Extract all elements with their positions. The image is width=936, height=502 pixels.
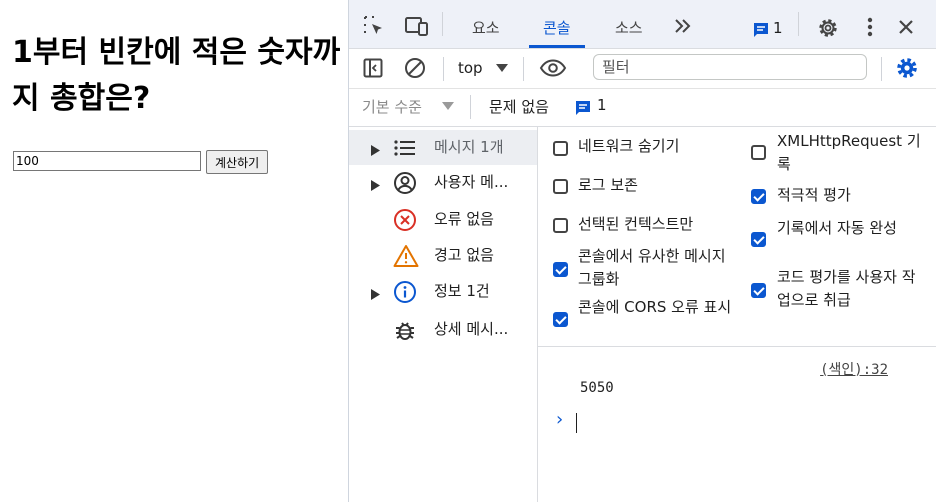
sidebar-item-errors[interactable]: 오류 없음 <box>349 202 537 237</box>
eye-icon[interactable] <box>539 59 567 77</box>
sidebar-item-label: 정보 1건 <box>434 282 490 300</box>
sidebar-item-label: 사용자 메... <box>434 173 509 191</box>
log-xhr-checkbox[interactable] <box>751 145 766 160</box>
separator <box>443 57 444 81</box>
sidebar-item-info[interactable]: 정보 1건 <box>349 274 537 309</box>
sidebar-item-warnings[interactable]: 경고 없음 <box>349 238 537 273</box>
sidebar-item-user-messages[interactable]: 사용자 메... <box>349 165 537 200</box>
group-similar-checkbox[interactable] <box>553 262 568 277</box>
issues-chat-icon[interactable] <box>753 22 769 38</box>
expand-arrow-icon[interactable] <box>371 142 380 160</box>
issues-chat-icon[interactable] <box>575 100 591 116</box>
levels-bar: 기본 수준 문제 없음 1 <box>349 88 936 127</box>
tab-sources[interactable]: 소스 <box>615 0 643 46</box>
separator <box>442 12 443 36</box>
hide-network-checkbox[interactable] <box>553 141 568 156</box>
eager-evaluation-checkbox[interactable] <box>751 189 766 204</box>
issues-count[interactable]: 1 <box>597 96 607 114</box>
inspect-element-icon[interactable] <box>363 15 385 37</box>
sidebar-item-verbose[interactable]: 상세 메시... <box>349 312 537 347</box>
log-xhr-label: XMLHttpRequest 기록 <box>777 132 921 173</box>
console-output: (색인):32 5050 › <box>538 346 936 502</box>
separator <box>470 95 471 119</box>
issues-badge-count[interactable]: 1 <box>773 19 783 37</box>
expand-arrow-icon[interactable] <box>371 177 380 195</box>
levels-dropdown[interactable]: 기본 수준 <box>362 96 422 117</box>
source-link[interactable]: (색인):32 <box>820 359 888 379</box>
separator <box>881 57 882 81</box>
warning-icon <box>393 244 419 272</box>
console-log-output: 5050 <box>580 380 614 396</box>
eager-evaluation-label: 적극적 평가 <box>777 186 851 204</box>
tab-console[interactable]: 콘솔 <box>529 0 585 48</box>
page-heading: 1부터 빈칸에 적은 숫자까지 총합은? <box>12 35 341 116</box>
separator <box>798 12 799 36</box>
sidebar-toggle-icon[interactable] <box>363 58 383 78</box>
preserve-log-label: 로그 보존 <box>578 176 638 194</box>
chevron-down-icon[interactable] <box>442 101 454 111</box>
bug-icon <box>393 318 417 346</box>
info-icon <box>393 280 417 308</box>
gear-icon[interactable] <box>816 16 840 40</box>
show-cors-label: 콘솔에 CORS 오류 표시 <box>578 298 732 316</box>
user-activation-checkbox[interactable] <box>751 283 766 298</box>
console-prompt-icon: › <box>556 409 564 430</box>
sidebar-item-label: 경고 없음 <box>434 246 494 264</box>
sidebar-item-messages[interactable]: 메시지 1개 <box>349 130 537 165</box>
separator <box>523 57 524 81</box>
sidebar-item-label: 오류 없음 <box>434 210 494 228</box>
console-sidebar: 메시지 1개 사용자 메... 오류 없음 경고 없음 정보 1건 상세 메시.… <box>349 126 538 502</box>
tab-elements[interactable]: 요소 <box>472 0 500 46</box>
issues-label[interactable]: 문제 없음 <box>489 96 549 117</box>
calculate-button[interactable]: 계산하기 <box>206 150 269 174</box>
autocomplete-history-label: 기록에서 자동 완성 <box>777 219 897 237</box>
preserve-log-checkbox[interactable] <box>553 179 568 194</box>
double-chevron-icon[interactable] <box>673 18 693 34</box>
user-activation-label: 코드 평가를 사용자 작업으로 취급 <box>777 268 916 309</box>
device-toolbar-icon[interactable] <box>404 15 430 37</box>
number-input[interactable] <box>13 151 201 171</box>
devtools-tabbar: 요소 콘솔 소스 1 <box>349 0 936 49</box>
list-icon <box>393 136 417 164</box>
user-icon <box>393 171 417 199</box>
selected-context-label: 선택된 컨텍스트만 <box>578 215 694 233</box>
selected-context-checkbox[interactable] <box>553 218 568 233</box>
console-settings-gear-icon[interactable] <box>895 56 919 80</box>
console-input[interactable] <box>576 413 577 433</box>
context-selector[interactable]: top <box>458 59 483 77</box>
filter-input[interactable] <box>593 54 867 80</box>
close-icon[interactable] <box>898 19 914 35</box>
sidebar-item-label: 상세 메시... <box>434 320 509 338</box>
autocomplete-history-checkbox[interactable] <box>751 232 766 247</box>
error-icon <box>393 208 417 236</box>
console-toolbar: top <box>349 48 936 89</box>
show-cors-checkbox[interactable] <box>553 312 568 327</box>
web-page: 1부터 빈칸에 적은 숫자까지 총합은? 계산하기 <box>0 0 348 502</box>
devtools-panel: 요소 콘솔 소스 1 top 필터 기본 수준 문제 없음 1 메시지 1개 사… <box>348 0 936 502</box>
chevron-down-icon[interactable] <box>496 63 508 73</box>
sidebar-item-label: 메시지 1개 <box>434 138 504 156</box>
group-similar-label: 콘솔에서 유사한 메시지 그룹화 <box>578 247 726 288</box>
hide-network-label: 네트워크 숨기기 <box>578 137 680 155</box>
more-vert-icon[interactable] <box>867 17 873 37</box>
expand-arrow-icon[interactable] <box>371 286 380 304</box>
clear-console-icon[interactable] <box>404 57 426 79</box>
